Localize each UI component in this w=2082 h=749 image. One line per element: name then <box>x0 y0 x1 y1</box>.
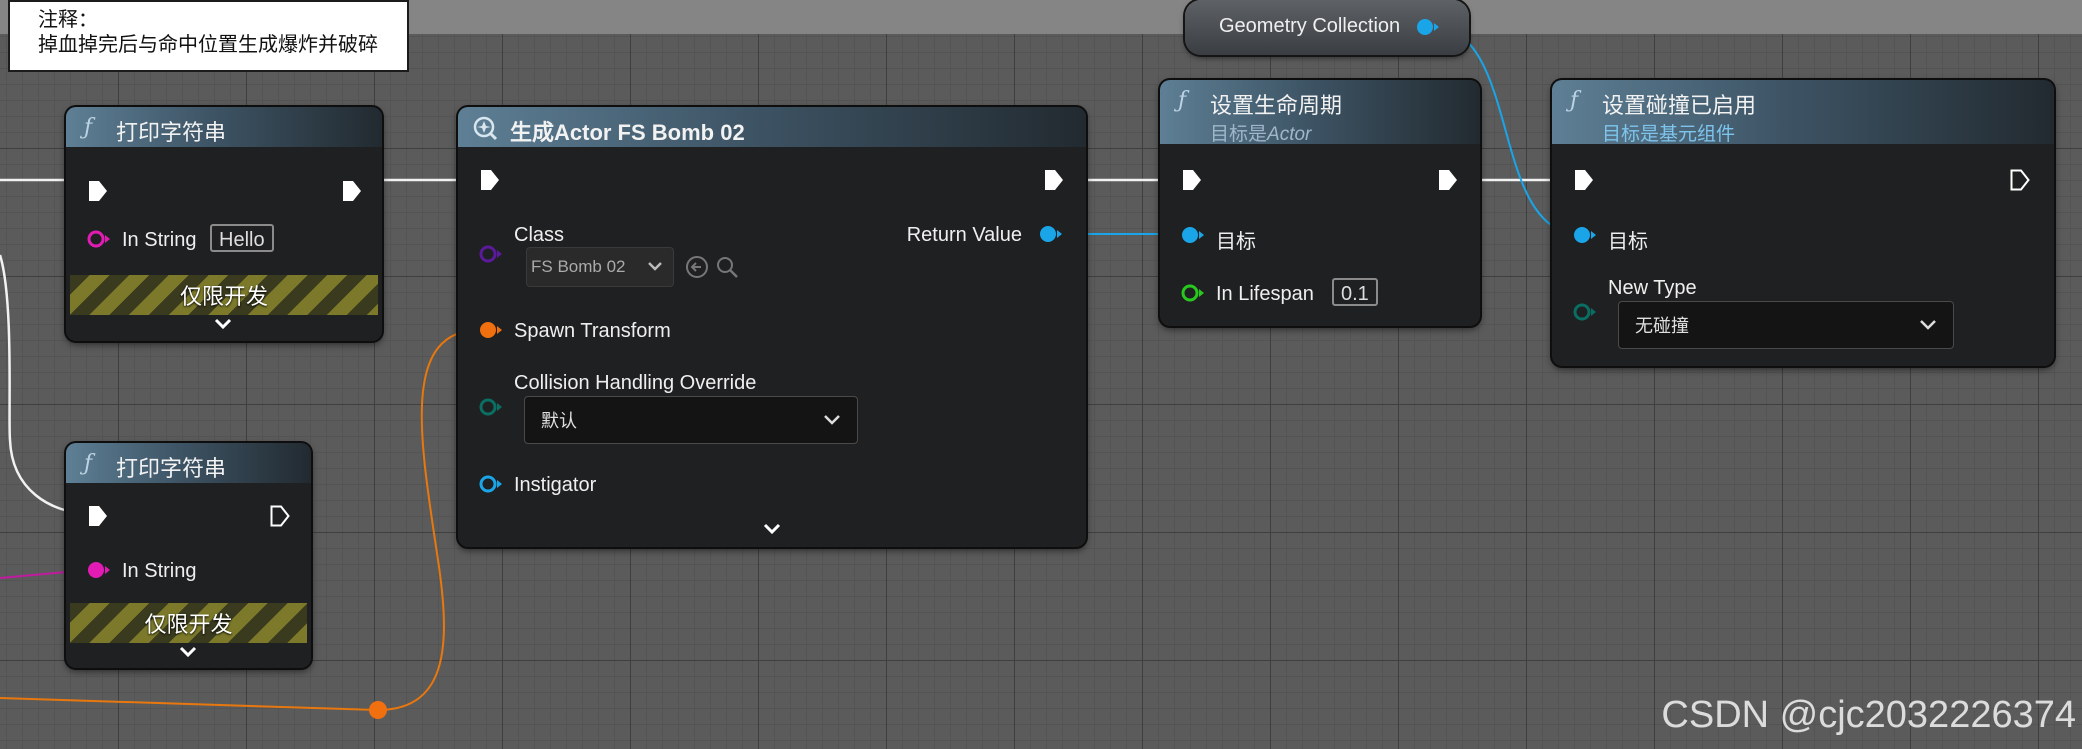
in-string-pin[interactable] <box>86 560 112 580</box>
collision-handling-label: Collision Handling Override <box>514 372 757 394</box>
instigator-label: Instigator <box>514 474 597 496</box>
new-type-value: 无碰撞 <box>1635 316 1689 336</box>
geometry-collection-pin[interactable] <box>1415 17 1441 37</box>
dev-only-label: 仅限开发 <box>144 612 233 637</box>
collision-handling-dropdown[interactable]: 默认 <box>524 396 858 444</box>
node-header: ƒ 打印字符串 <box>66 443 311 483</box>
chevron-down-icon <box>648 262 662 271</box>
node-header: 生成Actor FS Bomb 02 <box>458 107 1086 147</box>
in-string-label: In String <box>122 560 197 582</box>
browse-search-icon[interactable] <box>714 254 740 280</box>
node-title: 打印字符串 <box>116 120 227 145</box>
node-title: 打印字符串 <box>116 456 227 481</box>
class-label: Class <box>514 224 565 246</box>
lifespan-label: In Lifespan <box>1216 283 1314 305</box>
new-type-dropdown[interactable]: 无碰撞 <box>1618 301 1954 349</box>
print-string-node-top[interactable]: ƒ 打印字符串 In String Hello 仅限开发 <box>66 107 382 341</box>
target-pin[interactable] <box>1572 225 1598 245</box>
class-dropdown[interactable]: FS Bomb 02 <box>526 247 674 287</box>
chevron-down-icon[interactable] <box>762 522 782 536</box>
node-title: 生成Actor FS Bomb 02 <box>510 120 745 145</box>
dev-only-banner: 仅限开发 <box>70 275 378 315</box>
chevron-down-icon[interactable] <box>213 317 233 331</box>
new-type-label: New Type <box>1608 277 1697 299</box>
node-subtitle: 目标是基元组件 <box>1602 124 1736 145</box>
geometry-collection-variable-node[interactable]: Geometry Collection <box>1185 0 1469 55</box>
spawn-actor-icon <box>473 116 498 141</box>
return-value-pin[interactable] <box>1038 224 1064 244</box>
new-type-pin[interactable] <box>1572 302 1598 322</box>
in-string-pin[interactable] <box>86 229 112 249</box>
set-lifespan-node[interactable]: ƒ 设置生命周期 目标是Actor 目标 In Lifespan 0.1 <box>1160 80 1480 326</box>
class-pin[interactable] <box>478 244 504 264</box>
spawn-actor-node[interactable]: 生成Actor FS Bomb 02 Class FS Bomb 02 Retu… <box>458 107 1086 547</box>
chevron-down-icon <box>1920 320 1936 330</box>
target-pin[interactable] <box>1180 225 1206 245</box>
dev-only-label: 仅限开发 <box>179 284 268 309</box>
watermark: CSDN @cjc2032226374 <box>1661 694 2076 736</box>
target-label: 目标 <box>1608 231 1648 253</box>
subtitle-target: Actor <box>1267 124 1312 145</box>
function-icon: ƒ <box>1178 88 1187 113</box>
lifespan-value-input[interactable]: 0.1 <box>1332 278 1378 306</box>
class-dropdown-value: FS Bomb 02 <box>531 257 626 276</box>
node-title: 设置生命周期 <box>1210 93 1343 118</box>
node-title: 设置碰撞已启用 <box>1602 93 1757 118</box>
node-header: ƒ 设置碰撞已启用 目标是基元组件 <box>1552 80 2054 145</box>
in-string-label: In String <box>122 229 197 251</box>
reroute-node <box>369 701 387 719</box>
chevron-down-icon[interactable] <box>178 645 198 659</box>
function-icon: ƒ <box>1570 88 1579 113</box>
instigator-pin[interactable] <box>478 474 504 494</box>
node-header: ƒ 打印字符串 <box>66 107 382 147</box>
use-selected-icon[interactable] <box>684 254 710 280</box>
target-label: 目标 <box>1216 231 1256 253</box>
function-icon: ƒ <box>84 115 93 140</box>
collision-handling-pin[interactable] <box>478 397 504 417</box>
node-header: ƒ 设置生命周期 目标是Actor <box>1160 80 1480 146</box>
subtitle-prefix: 目标是 <box>1210 124 1268 145</box>
collision-handling-value: 默认 <box>541 411 577 431</box>
spawn-transform-pin[interactable] <box>478 320 504 340</box>
lifespan-pin[interactable] <box>1180 283 1206 303</box>
set-collision-enabled-node[interactable]: ƒ 设置碰撞已启用 目标是基元组件 目标 New Type 无碰撞 <box>1552 80 2054 366</box>
in-string-value-input[interactable]: Hello <box>210 224 274 252</box>
node-subtitle: 目标是Actor <box>1210 119 1311 146</box>
geometry-collection-label: Geometry Collection <box>1219 15 1401 37</box>
spawn-transform-label: Spawn Transform <box>514 320 671 342</box>
function-icon: ƒ <box>84 451 93 476</box>
return-value-label: Return Value <box>906 224 1022 246</box>
dev-only-banner: 仅限开发 <box>70 603 307 643</box>
print-string-node-bottom[interactable]: ƒ 打印字符串 In String 仅限开发 <box>66 443 311 668</box>
chevron-down-icon <box>824 415 840 425</box>
